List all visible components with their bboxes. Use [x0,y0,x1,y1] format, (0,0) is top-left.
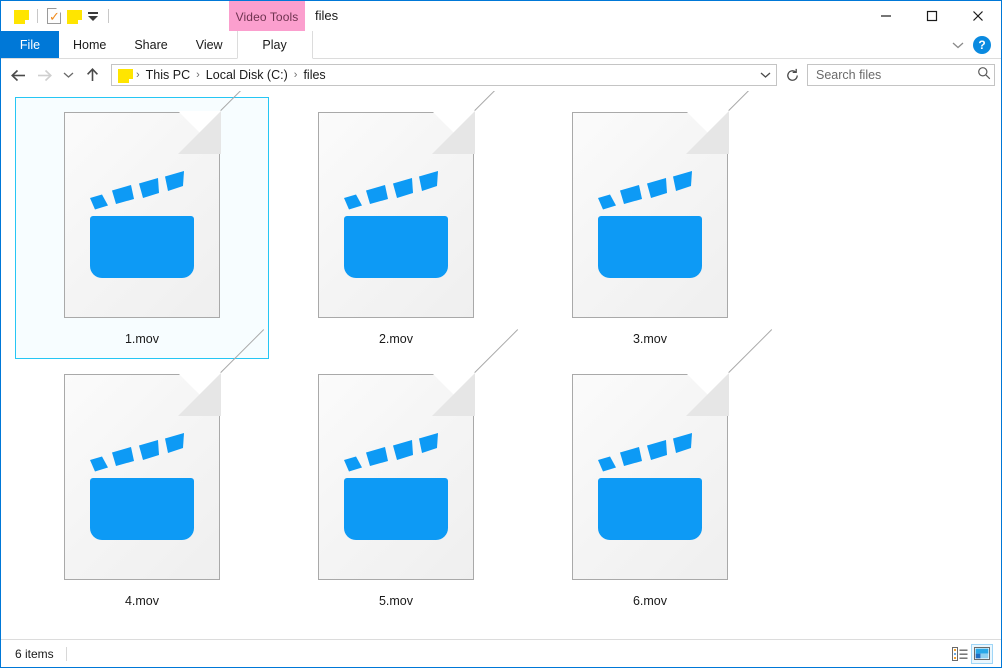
clapper-body-icon [90,478,194,540]
window-controls [863,1,1001,31]
clapper-top-icon [340,430,454,478]
qat-divider-2 [108,9,109,23]
file-item-1[interactable]: 1.mov [15,91,269,359]
breadcrumb-folder-icon [118,68,133,83]
help-icon[interactable]: ? [973,35,991,54]
clapper-body-icon [598,216,702,278]
page-fold-triangle [686,373,729,416]
mov-file-icon [64,91,265,318]
file-item-5[interactable]: 5.mov [269,329,523,621]
up-button[interactable] [79,62,105,88]
contextual-tools-header: Video Tools [229,1,305,32]
breadcrumb[interactable]: › This PC › Local Disk (C:) › files [111,64,777,86]
file-name-label: 3.mov [632,332,668,346]
page-fold-triangle [686,111,729,154]
close-button[interactable] [955,1,1001,31]
clapper-body-icon [90,216,194,278]
tab-share[interactable]: Share [120,31,181,58]
page-fold-edge [220,91,265,111]
status-bar: 6 items [1,639,1001,667]
status-divider [65,646,67,661]
file-name-label: 1.mov [124,332,160,346]
breadcrumb-item-this-pc[interactable]: This PC [142,68,194,82]
clapper-top-icon [340,168,454,216]
breadcrumb-separator-1: › [196,69,200,81]
file-name-label: 2.mov [378,332,414,346]
tab-file[interactable]: File [1,31,59,58]
customize-dropdown-icon[interactable] [84,11,102,21]
file-name-label: 4.mov [124,594,160,608]
forward-button[interactable] [31,62,57,88]
clapper-top-icon [594,168,708,216]
clapper-top-icon [86,430,200,478]
page-fold-edge [474,91,519,111]
page-fold-triangle [432,111,475,154]
breadcrumb-separator-0: › [136,69,140,81]
clapper-body-icon [344,216,448,278]
file-item-6[interactable]: 6.mov [523,329,777,621]
clapper-top-icon [594,430,708,478]
file-item-3[interactable]: 3.mov [523,91,777,359]
breadcrumb-dropdown-icon[interactable] [756,65,774,85]
mov-file-icon [572,329,773,580]
maximize-button[interactable] [909,1,955,31]
search-box[interactable] [807,64,995,86]
page-fold-triangle [432,373,475,416]
page-fold-triangle [178,111,221,154]
recent-locations-icon[interactable] [57,62,79,88]
title-bar: ✓ Video Tools files [1,1,1001,32]
folder-icon[interactable] [11,6,31,26]
tab-play[interactable]: Play [236,31,313,59]
clapper-body-icon [598,478,702,540]
file-explorer-window: ✓ Video Tools files File Home Share View… [0,0,1002,668]
ribbon-right-controls: ? [945,31,1001,58]
clapper-top-icon [86,168,200,216]
quick-access-toolbar: ✓ [1,1,115,31]
page-fold-triangle [178,373,221,416]
address-bar: › This PC › Local Disk (C:) › files [1,59,1001,91]
chevron-down-icon[interactable] [945,33,971,57]
details-view-icon[interactable] [949,644,971,664]
mov-file-icon [318,329,519,580]
file-list-area[interactable]: 1.mov 2.mov 3.mov 4.mov 5.mov 6.mov [1,91,1001,639]
search-icon[interactable] [977,66,991,85]
item-count-label: 6 items [15,646,54,661]
tab-home[interactable]: Home [59,31,120,58]
search-input[interactable] [816,68,977,82]
breadcrumb-separator-2: › [293,69,298,81]
breadcrumb-item-local-disk[interactable]: Local Disk (C:) [202,68,292,82]
tab-view[interactable]: View [182,31,237,58]
file-item-4[interactable]: 4.mov [15,329,269,621]
file-item-2[interactable]: 2.mov [269,91,523,359]
mov-file-icon [318,91,519,318]
file-name-label: 5.mov [378,594,414,608]
breadcrumb-item-files[interactable]: files [299,68,329,82]
mov-file-icon [572,91,773,318]
back-button[interactable] [5,62,31,88]
clapper-body-icon [344,478,448,540]
ribbon-tab-strip: File Home Share View Play ? [1,31,1001,59]
page-fold-edge [728,91,773,111]
large-icons-view-icon[interactable] [971,643,993,664]
properties-icon[interactable]: ✓ [44,6,64,26]
minimize-button[interactable] [863,1,909,31]
file-grid: 1.mov 2.mov 3.mov 4.mov 5.mov 6.mov [15,91,1001,621]
file-name-label: 6.mov [632,594,668,608]
mov-file-icon [64,329,265,580]
window-title: files [315,8,339,23]
qat-divider-1 [37,9,38,23]
refresh-icon[interactable] [781,64,803,86]
new-folder-icon[interactable] [64,6,84,26]
